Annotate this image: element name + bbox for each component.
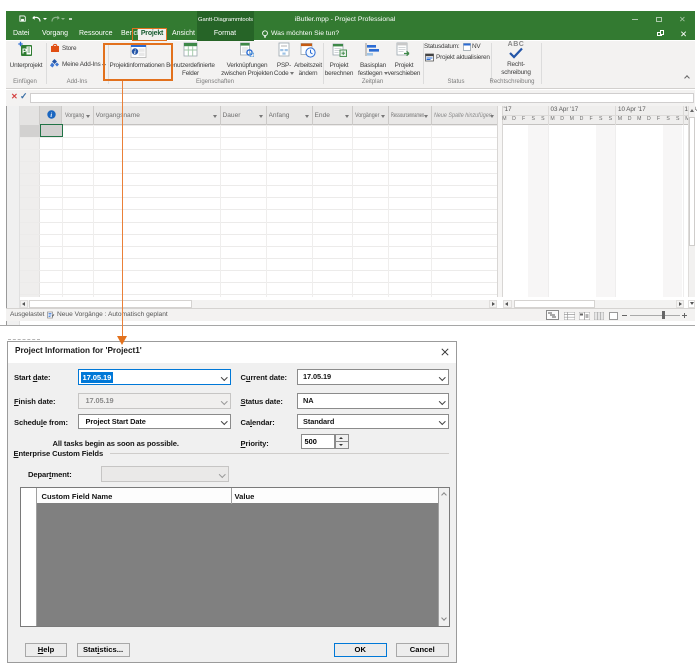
- svg-text:i: i: [50, 112, 52, 119]
- svg-text:P: P: [22, 47, 27, 56]
